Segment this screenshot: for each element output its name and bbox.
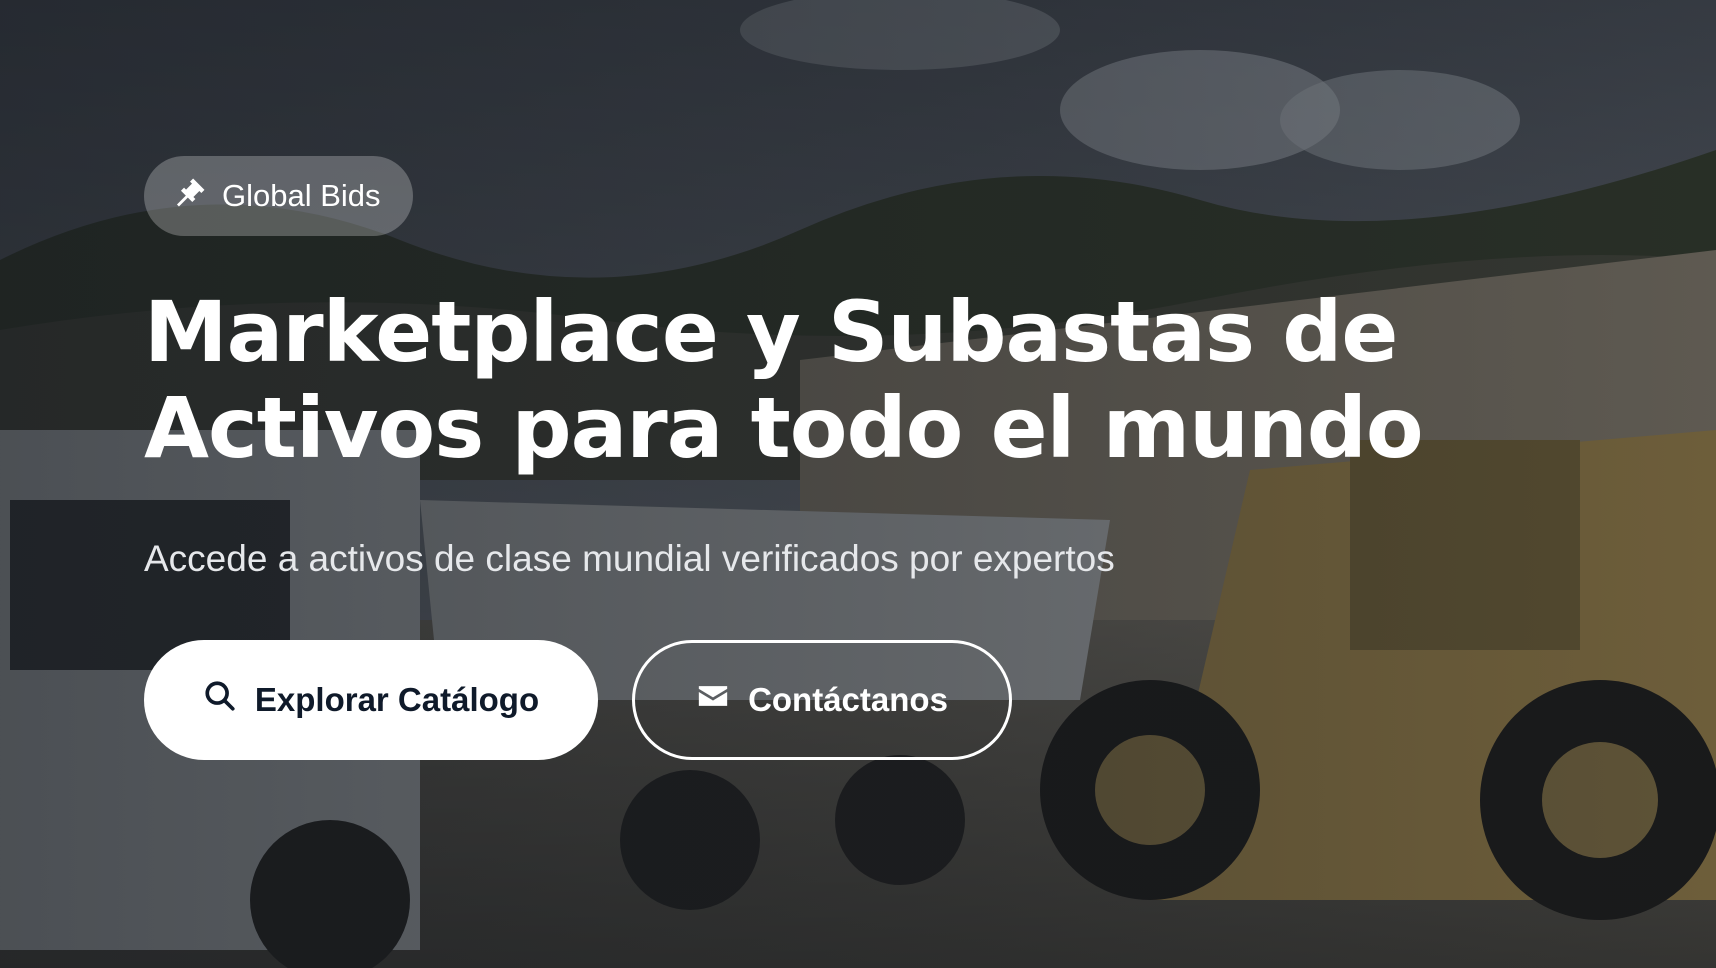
gavel-icon [174,175,208,217]
page-title: Marketplace y Subastas de Activos para t… [144,284,1644,476]
hero-actions: Explorar Catálogo Contáctanos [144,640,1644,760]
brand-badge-label: Global Bids [222,178,381,213]
explore-catalog-label: Explorar Catálogo [254,681,540,718]
envelope-icon [696,679,730,721]
page-title-line-1: Marketplace y Subastas de [144,283,1398,381]
explore-catalog-button[interactable]: Explorar Catálogo [144,640,598,760]
hero-content: Global Bids Marketplace y Subastas de Ac… [144,156,1644,760]
hero-section: Global Bids Marketplace y Subastas de Ac… [0,0,1716,968]
contact-us-button[interactable]: Contáctanos [632,640,1012,760]
brand-badge: Global Bids [144,156,413,236]
contact-us-label: Contáctanos [748,681,948,718]
page-title-line-2: Activos para todo el mundo [144,379,1424,477]
hero-subtitle: Accede a activos de clase mundial verifi… [144,538,1115,579]
search-icon [203,679,237,721]
